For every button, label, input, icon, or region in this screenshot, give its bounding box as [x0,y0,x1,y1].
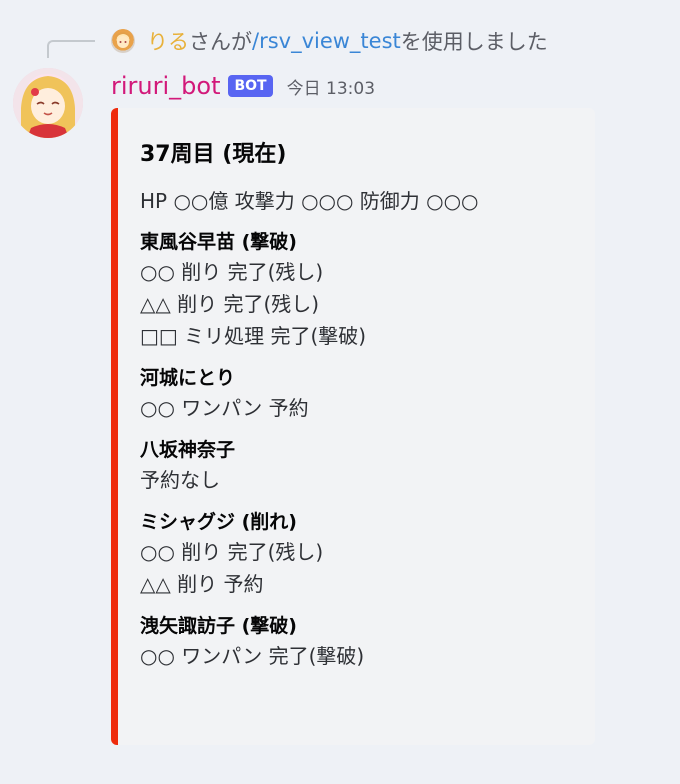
field-value-line: △△ 削り 完了(残し) [140,292,320,316]
bot-avatar[interactable] [13,68,83,138]
referenced-username[interactable]: りる [147,26,189,56]
field-name: ミシャグジ (削れ) [140,511,297,533]
reply-connector [47,40,95,58]
reference-text-mid: さんが [189,30,252,54]
embed-field: 河城にとり ○○ ワンパン 予約 [140,364,583,424]
embed-field: 東風谷早苗 (撃破) ○○ 削り 完了(残し) △△ 削り 完了(残し) □□ … [140,228,583,352]
embed-field: ミシャグジ (削れ) ○○ 削り 完了(残し) △△ 削り 予約 [140,508,583,600]
field-value-line: ○○ ワンパン 完了(撃破) [140,644,365,668]
referenced-user-avatar[interactable] [111,29,135,53]
command-reference: りる さんが /rsv_view_test を使用しました [111,28,548,54]
message-header: riruri_bot BOT 今日 13:03 [111,70,375,102]
field-value-line: □□ ミリ処理 完了(撃破) [140,324,367,348]
field-name: 河城にとり [140,367,236,389]
embed-title: 37周目 (現在) [140,142,287,167]
field-name: 八坂神奈子 [140,439,236,461]
field-name: 東風谷早苗 (撃破) [140,231,297,253]
bot-username[interactable]: riruri_bot [111,72,220,100]
message-embed: 37周目 (現在) HP ○○億 攻撃力 ○○○ 防御力 ○○○ 東風谷早苗 (… [111,108,595,745]
embed-field: 洩矢諏訪子 (撃破) ○○ ワンパン 完了(撃破) [140,612,583,672]
slash-command-name[interactable]: /rsv_view_test [252,29,401,53]
field-value-line: ○○ ワンパン 予約 [140,396,309,420]
field-value-line: ○○ 削り 完了(残し) [140,540,324,564]
message-timestamp[interactable]: 今日 13:03 [287,74,375,99]
field-value-line: △△ 削り 予約 [140,572,264,596]
bot-badge: BOT [228,75,273,97]
embed-description: HP ○○億 攻撃力 ○○○ 防御力 ○○○ [140,189,479,213]
reference-text-end: を使用しました [400,30,548,54]
embed-body: 37周目 (現在) HP ○○億 攻撃力 ○○○ 防御力 ○○○ 東風谷早苗 (… [140,140,583,672]
field-value-line: 予約なし [140,468,220,492]
field-name: 洩矢諏訪子 (撃破) [140,615,297,637]
embed-accent-bar [111,108,118,745]
field-value-line: ○○ 削り 完了(残し) [140,260,324,284]
embed-field: 八坂神奈子 予約なし [140,436,583,496]
